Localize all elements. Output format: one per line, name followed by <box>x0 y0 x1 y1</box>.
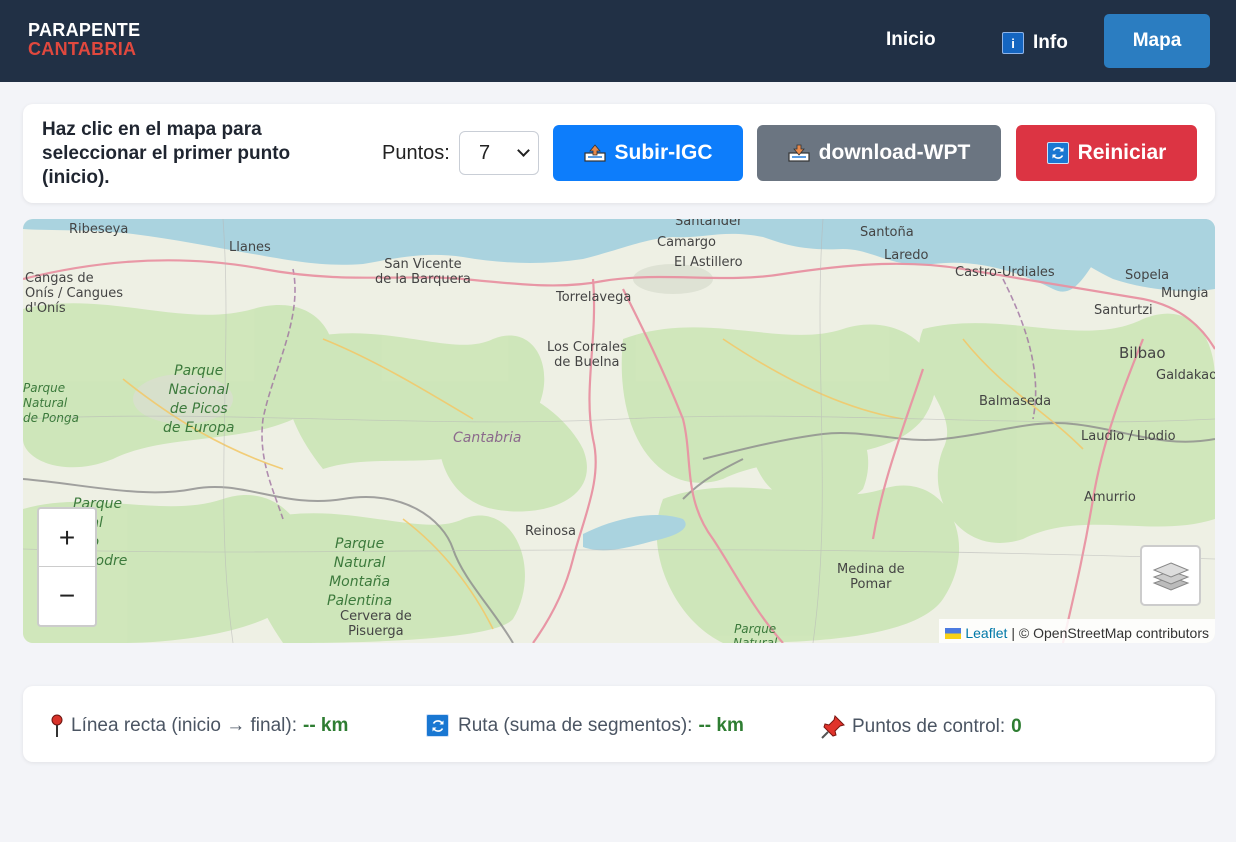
refresh-icon <box>426 714 449 737</box>
leaflet-link[interactable]: Leaflet <box>965 625 1007 641</box>
map-label-los-corrales: Los Corrales de Buelna <box>547 340 627 370</box>
map-label-torrelavega: Torrelavega <box>556 290 632 305</box>
zoom-control: + − <box>37 507 97 627</box>
map-label-castro: Castro-Urdiales <box>955 265 1055 280</box>
map-label-santurtzi: Santurtzi <box>1094 303 1153 318</box>
controls-card: Haz clic en el mapa para seleccionar el … <box>23 104 1215 203</box>
zoom-out-button[interactable]: − <box>39 567 95 625</box>
reset-button[interactable]: Reiniciar <box>1016 125 1197 181</box>
top-navbar: PARAPENTE CANTABRIA Inicio i Info Mapa <box>0 0 1236 82</box>
stat-linea-value: -- km <box>303 715 349 736</box>
brand-logo[interactable]: PARAPENTE CANTABRIA <box>28 21 140 59</box>
stat-ruta-value: -- km <box>698 714 744 736</box>
map-label-reinosa: Reinosa <box>525 524 576 539</box>
nav-info-link[interactable]: i Info <box>1002 32 1068 54</box>
map-label-cangas: Cangas de Onís / Cangues d'Onís <box>25 271 124 316</box>
map-label-ponga: Parque Natural de Ponga <box>23 381 79 425</box>
map-label-laudio: Laudio / Llodio <box>1081 429 1176 444</box>
info-icon: i <box>1002 32 1024 54</box>
nav-inicio-link[interactable]: Inicio <box>886 29 936 51</box>
pushpin-icon <box>821 715 845 739</box>
map-pin-icon <box>51 714 63 737</box>
map-region-cantabria: Cantabria <box>453 430 522 446</box>
puntos-select-value: 7 <box>479 141 491 164</box>
map-label-mungia: Mungia <box>1161 286 1209 301</box>
upload-tray-icon <box>583 144 606 162</box>
stat-linea-recta: Línea recta (inicio → final): -- km <box>49 714 348 738</box>
attribution-text: | © OpenStreetMap contributors <box>1011 625 1209 641</box>
map-park-picos: Parque Nacional de Picos de Europa <box>163 363 235 436</box>
map-label-llanes: Llanes <box>229 240 271 255</box>
reset-label: Reiniciar <box>1077 141 1167 164</box>
map-park-palentina: Parque Natural Montaña Palentina <box>327 536 393 609</box>
map-label-bilbao: Bilbao <box>1119 344 1166 362</box>
stat-puntos-value: 0 <box>1011 716 1022 737</box>
puntos-select[interactable]: 7 <box>459 131 539 175</box>
map-label-el-astillero: El Astillero <box>674 255 743 270</box>
refresh-icon <box>1046 142 1069 164</box>
map-label-santona: Santoña <box>860 225 914 240</box>
upload-igc-button[interactable]: Subir-IGC <box>553 125 743 181</box>
map-label-cervera: Cervera de Pisuerga <box>340 609 412 639</box>
brand-line-1: PARAPENTE <box>28 20 141 40</box>
stat-puntos-label: Puntos de control: <box>852 716 1006 737</box>
upload-igc-label: Subir-IGC <box>614 141 713 164</box>
layers-button[interactable] <box>1140 545 1201 606</box>
download-tray-icon <box>788 144 810 162</box>
layers-icon <box>1152 561 1189 591</box>
stat-ruta-label: Ruta (suma de segmentos): <box>458 714 693 736</box>
stats-card: Línea recta (inicio → final): -- km Ruta… <box>23 686 1215 762</box>
puntos-label: Puntos: <box>382 142 450 164</box>
map-label-ribeseya: Ribeseya <box>69 222 129 237</box>
nav-info-label: Info <box>1033 32 1068 53</box>
map-label-galdakao: Galdakao <box>1156 368 1215 383</box>
ukraine-flag-icon <box>945 627 962 639</box>
map-attribution: Leaflet | © OpenStreetMap contributors <box>939 619 1215 643</box>
download-wpt-button[interactable]: download-WPT <box>757 125 1001 181</box>
map-label-amurrio: Amurrio <box>1084 490 1136 505</box>
map-label-san-vicente: San Vicente de la Barquera <box>375 257 471 287</box>
map-label-medina: Medina de Pomar <box>837 562 905 592</box>
zoom-in-button[interactable]: + <box>39 509 95 567</box>
chevron-down-icon <box>517 144 530 157</box>
map-label-laredo: Laredo <box>884 248 929 263</box>
map-view[interactable]: Ribeseya Llanes Santander Santoña Camarg… <box>23 219 1215 643</box>
map-label-camargo: Camargo <box>657 235 716 250</box>
map-label-santander: Santander <box>675 219 743 229</box>
instruction-text: Haz clic en el mapa para seleccionar el … <box>42 119 291 188</box>
map-label-balmaseda: Balmaseda <box>979 394 1052 409</box>
brand-line-2: CANTABRIA <box>28 39 137 59</box>
stat-ruta: Ruta (suma de segmentos): -- km <box>426 714 744 737</box>
map-label-sopela: Sopela <box>1125 268 1170 283</box>
download-wpt-label: download-WPT <box>818 141 971 164</box>
map-park-bottom: Parque Natural <box>733 622 778 643</box>
stat-puntos-control: Puntos de control: 0 <box>820 714 1022 740</box>
nav-mapa-button[interactable]: Mapa <box>1104 14 1210 68</box>
stat-linea-label: Línea recta (inicio → final): <box>71 715 297 736</box>
